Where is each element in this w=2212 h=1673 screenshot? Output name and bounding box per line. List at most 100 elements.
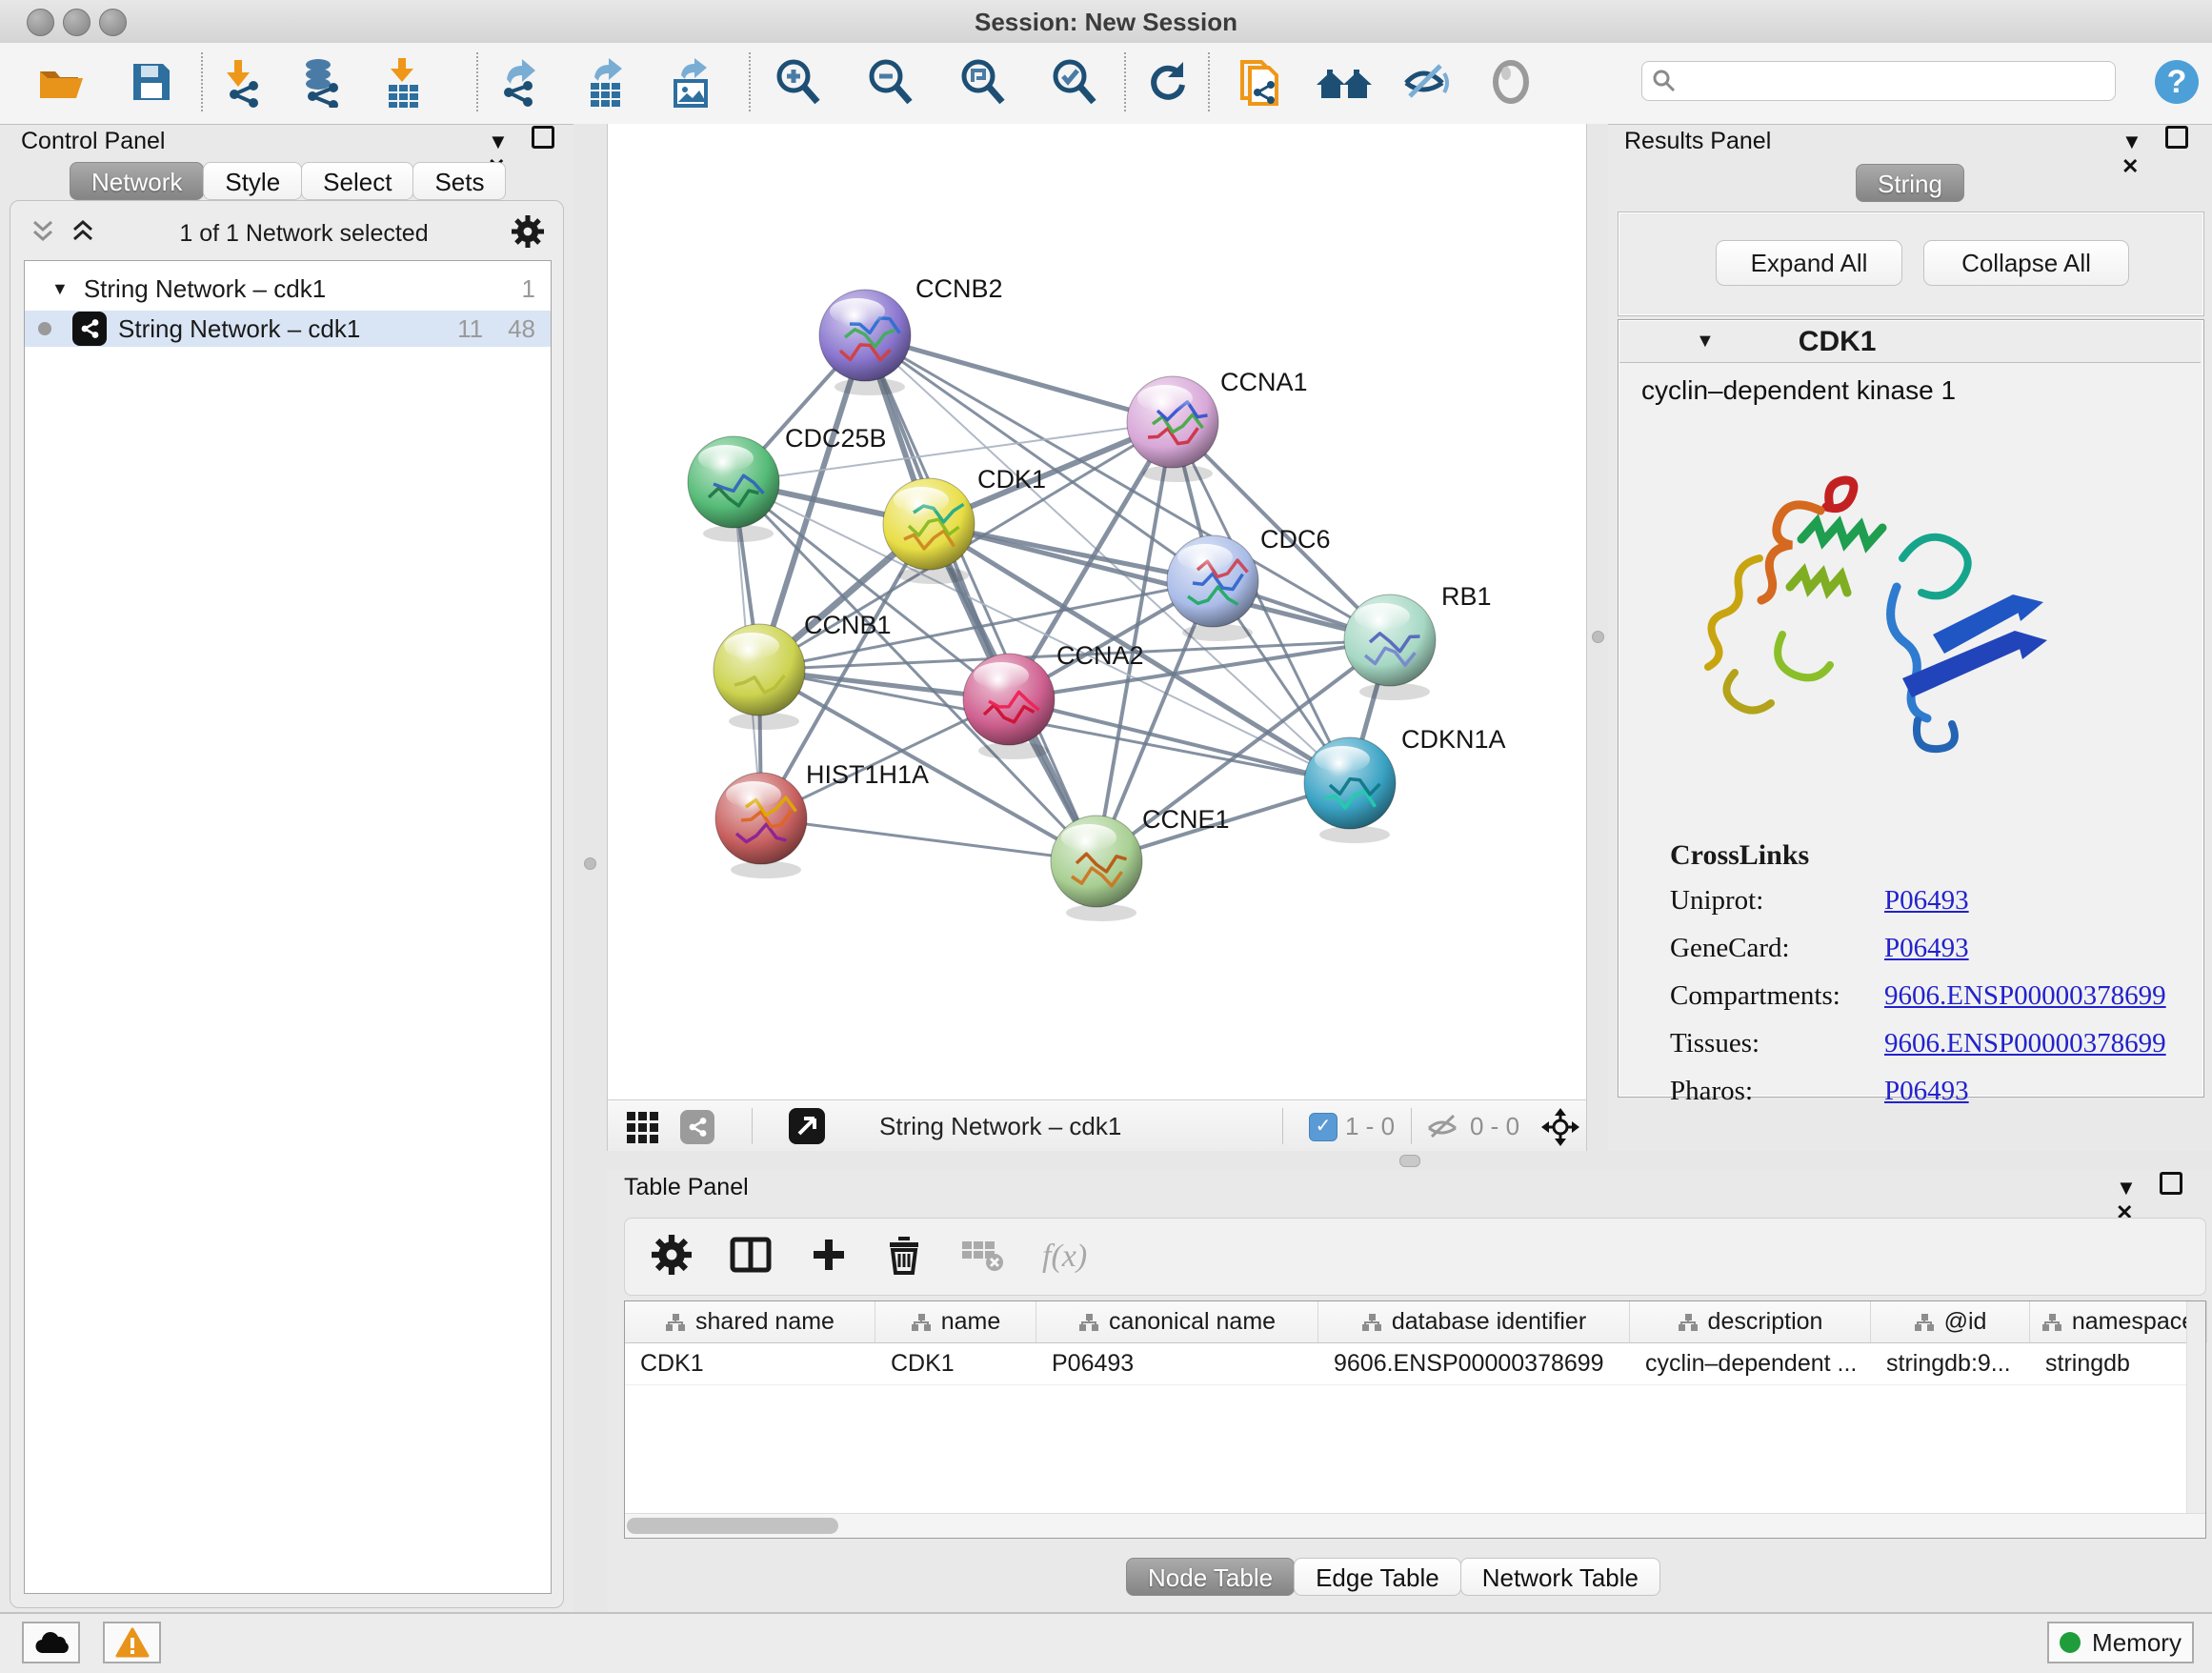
column-header-namespace[interactable]: namespace [2030,1301,2207,1342]
table-cell[interactable]: CDK1 [875,1343,1036,1384]
eye-hidden-icon[interactable] [1400,56,1450,108]
tab-edge-table[interactable]: Edge Table [1294,1558,1461,1596]
column-header-description[interactable]: description [1630,1301,1871,1342]
column-header-name[interactable]: name [875,1301,1036,1342]
network-row-selected[interactable]: String Network – cdk1 11 48 [25,311,551,347]
search-input[interactable] [1684,67,2105,95]
import-network-icon[interactable] [221,56,271,108]
column-header-id[interactable]: @id [1871,1301,2030,1342]
table-cell[interactable]: CDK1 [625,1343,875,1384]
network-edge[interactable] [1009,699,1350,783]
table-vertical-scrollbar[interactable] [2186,1301,2205,1516]
split-columns-icon[interactable] [730,1236,772,1279]
collapse-arrow-icon[interactable]: ▼ [51,279,69,299]
selected-checkbox-icon[interactable]: ✓ [1309,1113,1337,1141]
right-splitter-grip[interactable] [1592,631,1604,643]
horizontal-splitter[interactable] [607,1151,2212,1170]
tab-network[interactable]: Network [70,162,204,200]
panel-menu-icon[interactable]: ▼ [2122,130,2142,153]
network-node-RB1[interactable]: RB1 [1344,582,1492,700]
warning-button[interactable] [103,1622,161,1663]
crosslink-value-link[interactable]: 9606.ENSP00000378699 [1884,980,2166,1012]
tab-sets[interactable]: Sets [412,162,506,200]
expand-all-button[interactable]: Expand All [1716,240,1902,286]
import-table-icon[interactable] [381,56,431,108]
crosslink-value-link[interactable]: P06493 [1884,933,1969,964]
left-splitter-grip[interactable] [584,857,596,870]
expand-all-networks-icon[interactable] [70,217,96,251]
center-view-icon[interactable] [1540,1107,1580,1152]
delete-column-icon[interactable] [886,1235,922,1280]
tab-select[interactable]: Select [301,162,413,200]
cloud-button[interactable] [22,1622,80,1663]
open-session-icon[interactable] [34,56,84,108]
close-panel-icon[interactable]: ✕ [2122,154,2139,178]
search-field[interactable] [1641,61,2116,101]
network-collection-row[interactable]: ▼ String Network – cdk1 1 [25,271,551,307]
help-icon[interactable]: ? [2153,58,2202,110]
export-table-icon[interactable] [583,56,633,108]
refresh-icon[interactable] [1143,56,1193,108]
tab-style[interactable]: Style [203,162,302,200]
scrollbar-thumb[interactable] [627,1518,838,1534]
eye-gray-icon[interactable] [1488,56,1538,108]
tab-network-table[interactable]: Network Table [1460,1558,1660,1596]
right-splitter[interactable] [1587,124,1608,1151]
export-network-icon[interactable] [497,56,547,108]
left-splitter[interactable] [573,124,607,1612]
float-panel-icon[interactable] [532,126,554,149]
zoom-in-icon[interactable] [774,56,823,108]
network-canvas[interactable]: CCNB2CCNA1CDC25BCDK1CDC6RB1CCNB1CCNA2CDK… [608,124,1586,1099]
zoom-fit-icon[interactable] [958,56,1008,108]
open-in-new-window-icon[interactable] [789,1108,825,1144]
crosslink-value-link[interactable]: P06493 [1884,1076,1969,1107]
collapse-entry-icon[interactable]: ▼ [1696,331,1715,353]
function-builder-icon[interactable]: f(x) [1042,1239,1087,1275]
add-column-icon[interactable] [810,1236,848,1279]
clone-document-icon[interactable] [1235,56,1284,108]
network-share-icon[interactable] [680,1110,714,1144]
network-node-CCNE1[interactable]: CCNE1 [1051,805,1230,921]
birds-eye-grid-icon[interactable] [625,1110,659,1149]
panel-menu-icon[interactable]: ▼ [2116,1176,2137,1199]
network-node-HIST1H1A[interactable]: HIST1H1A [715,760,929,878]
delete-table-icon[interactable] [960,1236,1004,1279]
network-edge[interactable] [761,818,1096,861]
zoom-out-icon[interactable] [866,56,915,108]
crosslink-value-link[interactable]: P06493 [1884,885,1969,917]
float-panel-icon[interactable] [2165,126,2188,149]
panel-menu-icon[interactable]: ▼ [488,130,509,153]
column-header-canonicalname[interactable]: canonical name [1036,1301,1318,1342]
home-icon[interactable] [1315,56,1364,108]
tab-string[interactable]: String [1856,164,1964,202]
network-node-CDC6[interactable]: CDC6 [1167,525,1331,641]
zoom-selected-icon[interactable] [1050,56,1099,108]
horizontal-splitter-grip[interactable] [1399,1155,1420,1167]
table-cell[interactable]: 9606.ENSP00000378699 [1318,1343,1630,1384]
tab-node-table[interactable]: Node Table [1126,1558,1295,1596]
table-horizontal-scrollbar[interactable] [625,1513,2205,1538]
collection-label: String Network – cdk1 [84,274,522,304]
table-cell[interactable]: stringdb:9... [1871,1343,2030,1384]
hidden-eye-icon[interactable] [1425,1113,1461,1146]
table-cell[interactable]: stringdb [2030,1343,2207,1384]
memory-button[interactable]: Memory [2047,1622,2194,1663]
collapse-all-networks-icon[interactable] [30,217,56,251]
table-cell[interactable]: P06493 [1036,1343,1318,1384]
save-session-icon[interactable] [126,56,175,108]
table-row[interactable]: CDK1CDK1P064939606.ENSP00000378699cyclin… [625,1343,2205,1385]
float-panel-icon[interactable] [2160,1172,2182,1195]
import-database-icon[interactable] [297,56,347,108]
crosslink-value-link[interactable]: 9606.ENSP00000378699 [1884,1028,2166,1059]
column-header-sharedname[interactable]: shared name [625,1301,875,1342]
network-view[interactable]: CCNB2CCNA1CDC25BCDK1CDC6RB1CCNB1CCNA2CDK… [607,124,1587,1151]
collapse-all-button[interactable]: Collapse All [1923,240,2129,286]
table-cell[interactable]: cyclin–dependent ... [1630,1343,1871,1384]
network-options-gear-icon[interactable] [512,215,544,252]
network-node-CDKN1A[interactable]: CDKN1A [1304,725,1506,843]
table-settings-gear-icon[interactable] [652,1235,692,1280]
status-bar: Memory [0,1612,2212,1673]
export-image-icon[interactable] [668,56,717,108]
column-header-databaseidentifier[interactable]: database identifier [1318,1301,1630,1342]
node-entry-header[interactable]: ▼ CDK1 [1619,321,2201,363]
